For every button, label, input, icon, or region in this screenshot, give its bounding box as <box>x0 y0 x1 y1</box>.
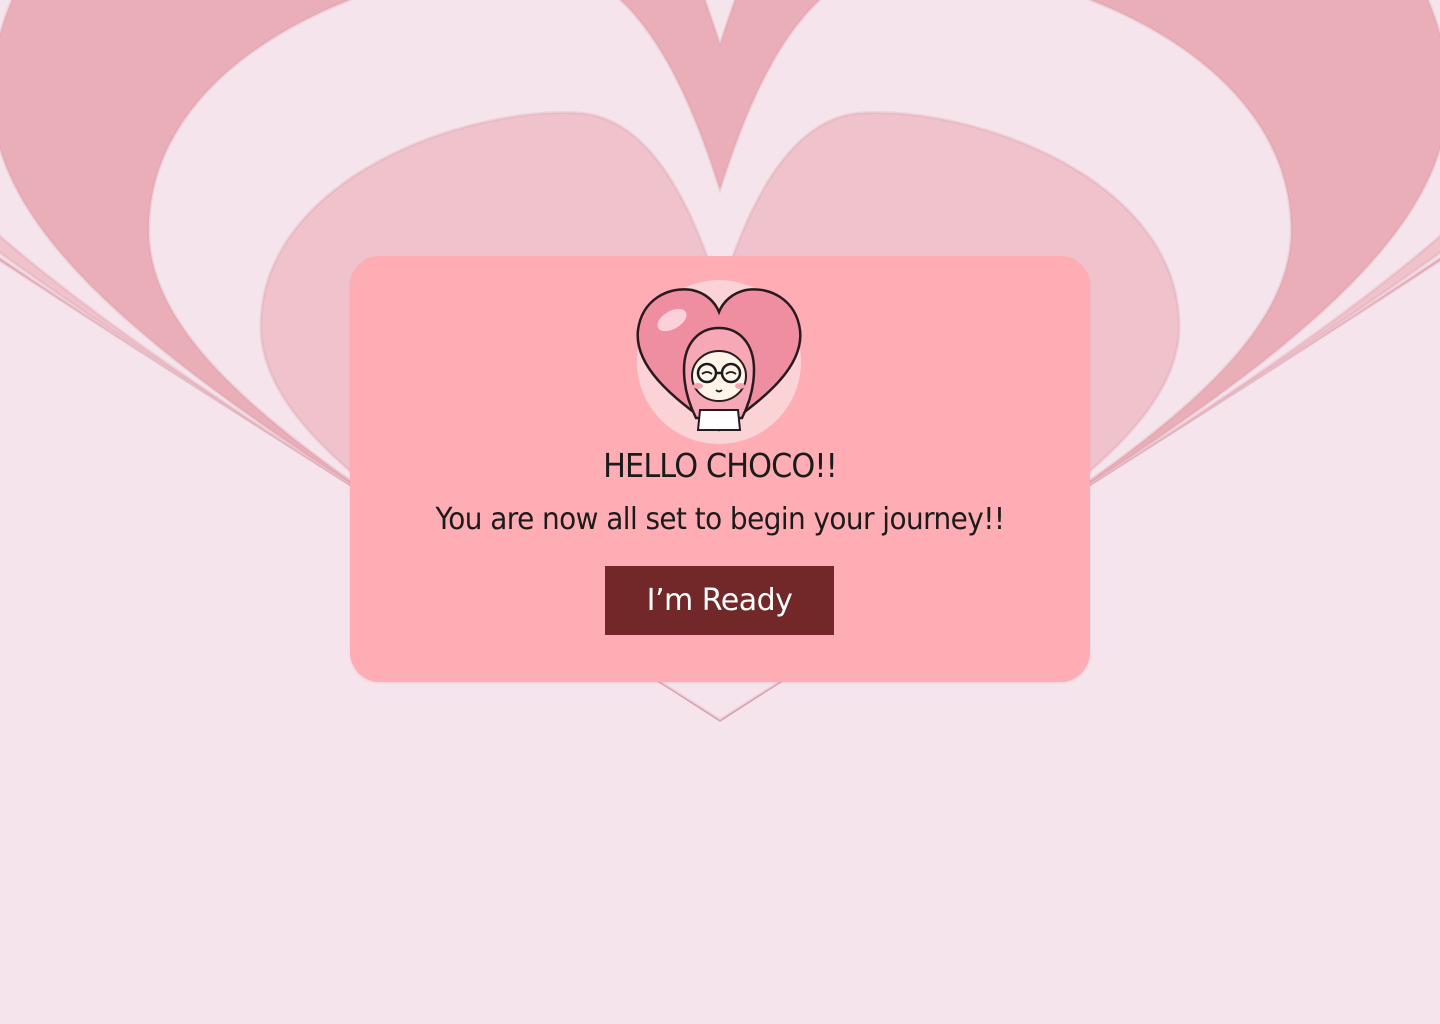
welcome-message: You are now all set to begin your journe… <box>435 502 1006 537</box>
im-ready-button[interactable]: I’m Ready <box>605 566 834 635</box>
welcome-title: HELLO CHOCO!! <box>603 446 838 485</box>
welcome-dialog: HELLO CHOCO!! You are now all set to beg… <box>350 256 1090 682</box>
heart-girl-avatar-icon <box>636 280 802 444</box>
